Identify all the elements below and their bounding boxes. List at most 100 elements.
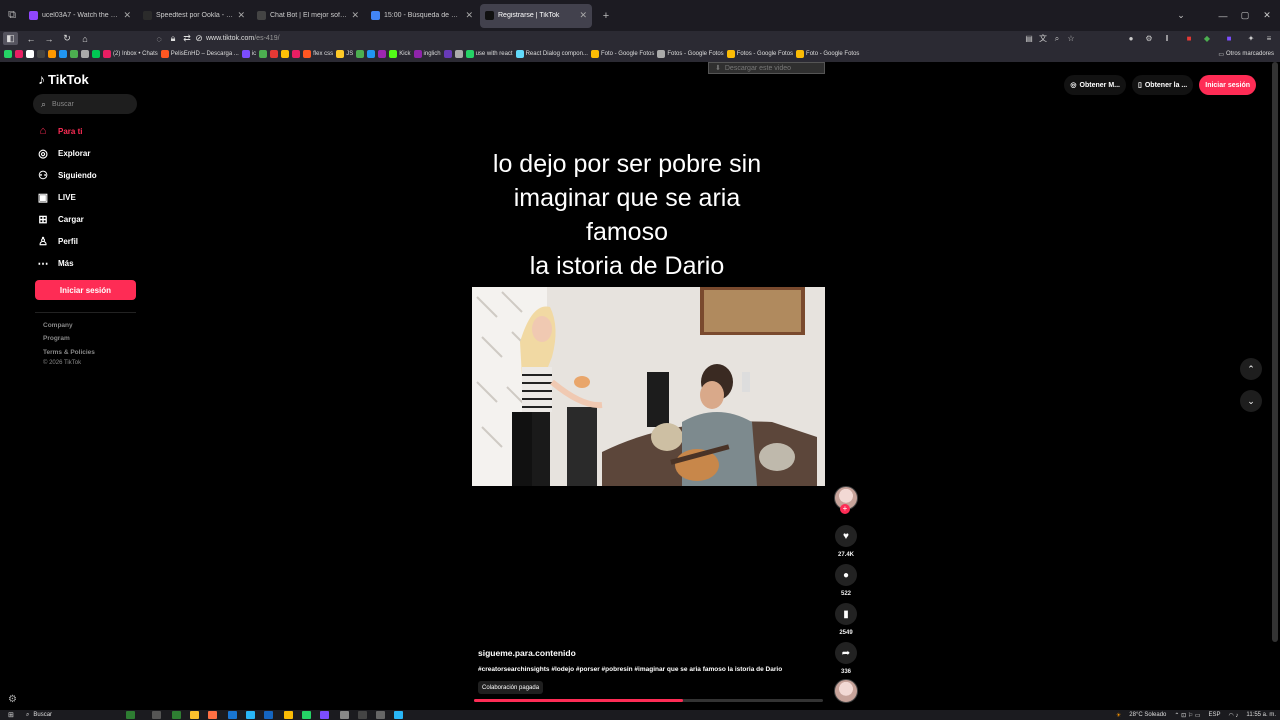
bookmark-item[interactable]: (2) Inbox • Chats (103, 50, 158, 58)
close-window-button[interactable]: ✕ (1256, 0, 1278, 31)
bookmark-item[interactable] (92, 50, 100, 58)
taskbar-app-icon[interactable] (246, 711, 255, 719)
taskbar-app-icon[interactable] (358, 711, 367, 719)
bookmark-item[interactable] (15, 50, 23, 58)
extension-icon[interactable]: ■ (1182, 31, 1196, 46)
home-button[interactable]: ⌂ (76, 31, 94, 46)
close-tab-icon[interactable]: ✕ (237, 10, 245, 21)
browser-tab[interactable]: ucel03A7 - Watch the VOD on ✕ (24, 4, 136, 28)
zoom-icon[interactable]: ⌕ (1050, 31, 1064, 46)
clock[interactable]: 11:55 a. m. (1246, 712, 1276, 718)
sidebar-item-perfil[interactable]: ♙ Perfil (37, 234, 78, 248)
bookmark-item[interactable]: Foto - Google Fotos (796, 50, 859, 58)
settings-gear-icon[interactable]: ⚙ (8, 694, 17, 705)
bookmark-item[interactable] (26, 50, 34, 58)
new-tab-button[interactable]: + (596, 6, 616, 26)
previous-video-button[interactable]: ⌃ (1240, 358, 1262, 380)
bookmark-item[interactable] (70, 50, 78, 58)
bookmark-item[interactable] (259, 50, 268, 58)
taskbar-app-icon[interactable] (208, 711, 217, 719)
taskbar-app-icon[interactable] (394, 711, 403, 719)
translate-icon[interactable]: 文 (1036, 31, 1050, 46)
browser-tab[interactable]: Registrarse | TikTok ✕ (480, 3, 592, 28)
forward-button[interactable]: → (40, 31, 58, 46)
bookmark-item[interactable] (367, 50, 376, 58)
weather-label[interactable]: 28°C Soleado (1129, 712, 1166, 718)
sidebar-item-siguiendo[interactable]: ⚇ Siguiendo (37, 168, 97, 182)
bookmark-item[interactable]: inglich (413, 50, 441, 58)
browser-tab[interactable]: 15:00 - Búsqueda de Google ✕ (366, 4, 478, 28)
page-scrollbar[interactable] (1272, 62, 1278, 642)
menu-icon[interactable]: ≡ (1262, 31, 1276, 46)
bookmark-item[interactable] (4, 50, 12, 58)
share-icon[interactable]: ➦ (835, 642, 857, 664)
get-desktop-app-button[interactable]: ▯ Obtener la ... (1131, 75, 1194, 95)
extension-icon[interactable]: ● (1124, 31, 1138, 46)
sidebar-item-cargar[interactable]: ⊞ Cargar (37, 212, 83, 226)
extension-icon[interactable]: ⚙ (1142, 31, 1156, 46)
bookmark-item[interactable] (378, 50, 387, 58)
minimize-button[interactable]: — (1212, 0, 1234, 31)
video-progress-bar[interactable] (474, 699, 823, 702)
taskbar-app-icon[interactable] (340, 711, 349, 719)
tab-overview-icon[interactable]: ⧉ (2, 6, 22, 26)
next-video-button[interactable]: ⌄ (1240, 390, 1262, 412)
taskbar-app-icon[interactable] (284, 711, 293, 719)
sound-avatar[interactable] (834, 679, 858, 703)
sidebar-item-para-ti[interactable]: ⌂ Para ti (37, 124, 83, 138)
taskbar-app-icon[interactable] (190, 711, 199, 719)
close-tab-icon[interactable]: ✕ (123, 10, 131, 21)
footer-program-link[interactable]: Program (43, 335, 70, 342)
bookmark-item[interactable] (292, 50, 301, 58)
url-bar[interactable]: www.tiktok.com/es-419/ (206, 33, 280, 44)
download-video-overlay[interactable]: ⬇ Descargar este video (708, 62, 825, 74)
bookmark-item[interactable] (37, 50, 45, 58)
bookmark-item[interactable] (270, 50, 279, 58)
bookmark-item[interactable] (281, 50, 290, 58)
taskbar-app-icon[interactable] (172, 711, 181, 719)
bookmark-item[interactable]: flex css (303, 50, 333, 58)
tray-icons[interactable]: ⌃ ⊡ ⚐ ▭ (1174, 712, 1200, 719)
video-player[interactable] (472, 287, 825, 486)
taskbar-app-icon[interactable] (264, 711, 273, 719)
video-author[interactable]: sigueme.para.contenido (478, 648, 576, 658)
bookmark-item[interactable] (454, 50, 463, 58)
extension-icon[interactable]: ‖ (1160, 31, 1174, 46)
taskbar-app-icon[interactable] (126, 711, 135, 719)
bookmark-item[interactable]: Kick (389, 50, 411, 58)
bookmark-icon[interactable]: ▮ (835, 603, 857, 625)
bookmark-item[interactable]: ic (241, 50, 256, 58)
heart-icon[interactable]: ♥ (835, 525, 857, 547)
maximize-button[interactable]: ▢ (1234, 0, 1256, 31)
reader-view-icon[interactable]: ▤ (1022, 31, 1036, 46)
comment-icon[interactable]: ● (835, 564, 857, 586)
bookmark-item[interactable] (443, 50, 452, 58)
sidebar-item-mas[interactable]: ⋯ Más (37, 256, 74, 270)
bookmark-item[interactable]: JS (336, 50, 353, 58)
follow-plus-icon[interactable]: + (840, 504, 850, 514)
taskbar-app-icon[interactable] (302, 711, 311, 719)
wifi-icon[interactable]: ◠ ♪ (1229, 712, 1239, 719)
bookmark-star-icon[interactable]: ☆ (1064, 31, 1078, 46)
bookmark-item[interactable]: Foto - Google Fotos (590, 50, 654, 58)
sidebar-login-button[interactable]: Iniciar sesión (35, 280, 136, 300)
tab-list-chevron-icon[interactable]: ⌄ (1170, 0, 1192, 31)
taskbar-app-icon[interactable] (376, 711, 385, 719)
sidebar-toggle-icon[interactable]: ◧ (3, 32, 18, 45)
extensions-puzzle-icon[interactable]: ✦ (1244, 31, 1258, 46)
taskbar-search[interactable]: ⌕ Buscar (26, 711, 52, 719)
tiktok-logo[interactable]: ♪ TikTok (38, 71, 89, 87)
search-input[interactable]: ⌕ Buscar (33, 94, 137, 114)
bookmark-item[interactable]: Fotos - Google Fotos (657, 50, 724, 58)
sidebar-item-live[interactable]: ▣ LIVE (37, 190, 76, 204)
windows-start-icon[interactable]: ⊞ (8, 711, 14, 719)
bookmark-item[interactable] (81, 50, 89, 58)
bookmark-item[interactable] (59, 50, 67, 58)
bookmark-item[interactable]: React Dialog compon... (515, 50, 588, 58)
close-tab-icon[interactable]: ✕ (351, 10, 359, 21)
taskbar-app-icon[interactable] (228, 711, 237, 719)
bookmark-item[interactable] (48, 50, 56, 58)
taskbar-app-icon[interactable] (320, 711, 329, 719)
extension-icon[interactable]: ◆ (1200, 31, 1214, 46)
reload-button[interactable]: ↻ (58, 31, 76, 46)
